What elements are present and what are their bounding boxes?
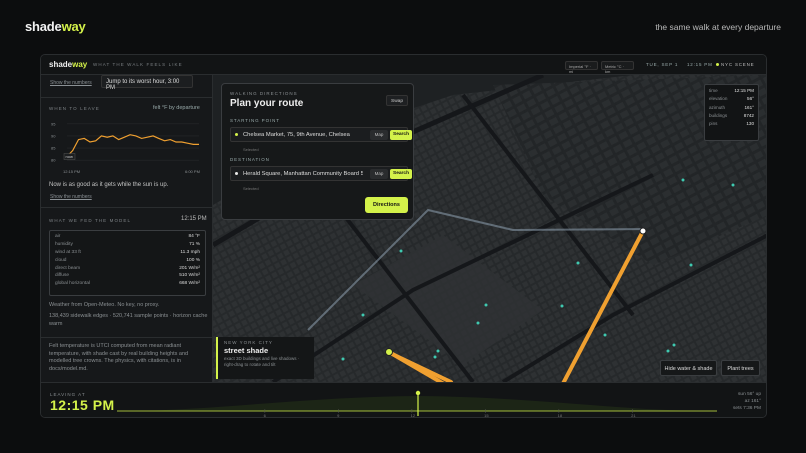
route-panel: WALKING DIRECTIONS Plan your route Swap … <box>221 83 414 220</box>
page-tagline: the same walk at every departure <box>655 22 781 32</box>
start-selected-note: Selected <box>243 147 259 152</box>
x-start-label: 12:15 PM <box>63 169 80 174</box>
now-marker-label: now <box>66 154 73 159</box>
weather-row: air 84 °F <box>55 234 200 239</box>
graph-stats: 138,439 sidewalk edges · 520,741 sample … <box>49 313 208 327</box>
sun-curve <box>117 396 717 411</box>
timeline-tick-label: 21 <box>631 413 636 418</box>
unit-toggle-metric[interactable]: Metric °C · km <box>601 61 634 74</box>
now-note: Now is as good as it gets while the sun … <box>49 182 169 188</box>
shade-card-title: street shade <box>224 346 269 355</box>
timeline-tick-label: 18 <box>558 413 563 418</box>
swap-button[interactable]: Swap <box>386 95 408 106</box>
leaving-time: 12:15 PM <box>50 397 115 413</box>
weather-table: air 84 °F humidity 71 % wind at 33 ft 11.3 … <box>49 230 206 296</box>
start-search-button[interactable]: Search <box>390 130 412 140</box>
weather-row: humidity 71 % <box>55 241 200 247</box>
show-numbers-link[interactable]: Show the numbers <box>50 80 92 86</box>
map-view[interactable]: WALKING DIRECTIONS Plan your route Swap … <box>213 75 766 382</box>
timeline-tick-label: 12 <box>411 413 416 418</box>
y-tick-label: 85 <box>51 146 56 151</box>
sidebar: Show the numbers Jump to its worst hour,… <box>41 75 213 382</box>
destination-selected-note: Selected <box>243 186 259 191</box>
sun-info-card: time 12:15 PM elevation 56° azimuth 161° bu… <box>704 84 759 141</box>
divider <box>41 97 213 98</box>
when-to-leave-label: WHEN TO LEAVE <box>49 106 100 111</box>
timeline-tick-label: 9 <box>337 413 340 418</box>
info-row: elevation 56° <box>709 96 754 102</box>
starting-point-field[interactable]: Chelsea Market, 75, 9th Avenue, Chelsea … <box>230 127 412 142</box>
scene-label: NYC SCENE <box>721 62 755 67</box>
departure-chart[interactable]: 95 90 85 80 now 12:15 PM 6:00 PM <box>49 115 206 177</box>
plant-trees-button[interactable]: Plant trees <box>721 360 760 376</box>
sun-position-info: sun 56° up az 161° sets 7:36 PM <box>721 391 761 412</box>
shade-card-description: exact 3D buildings and live shadows · ri… <box>224 356 300 367</box>
route-panel-kicker: WALKING DIRECTIONS <box>230 91 298 96</box>
header-time: 12:15 PM <box>687 62 713 67</box>
felt-by-departure-label: felt °F by departure <box>153 105 200 111</box>
destination-map-button[interactable]: Map <box>370 169 388 179</box>
route-start-marker <box>385 348 393 356</box>
scene-status-dot <box>716 63 719 66</box>
show-numbers-link[interactable]: Show the numbers <box>50 194 92 200</box>
y-tick-label: 95 <box>51 121 56 126</box>
info-row: azimuth 161° <box>709 104 754 110</box>
start-map-button[interactable]: Map <box>370 130 388 140</box>
info-row: time 12:15 PM <box>709 88 754 93</box>
weather-row: global horizontal 668 W/m² <box>55 281 200 287</box>
model-inputs-label: WHAT WE FED THE MODEL <box>49 218 132 223</box>
header-date: TUE, SEP 1 <box>646 62 679 67</box>
destination-search-button[interactable]: Search <box>390 169 412 179</box>
divider <box>41 337 213 338</box>
starting-point-label: STARTING POINT <box>230 118 280 123</box>
weather-row: cloud 100 % <box>55 257 200 263</box>
y-tick-label: 90 <box>51 133 56 138</box>
page-logo: shadeway <box>25 19 86 34</box>
destination-input[interactable]: Herald Square, Manhattan Community Board… <box>243 171 363 177</box>
directions-button[interactable]: Directions <box>365 197 408 213</box>
sun-elevation: sun 56° up <box>738 392 761 397</box>
app-tagline: WHAT THE WALK FEELS LIKE <box>93 62 183 67</box>
time-scrubber[interactable]: 6 9 12 15 18 21 <box>117 383 717 418</box>
timeline-handle <box>415 390 421 396</box>
model-inputs-time: 12:15 PM <box>181 216 207 222</box>
app-window: shadeway WHAT THE WALK FEELS LIKE Imperi… <box>40 54 767 418</box>
timeline-tick-label: 15 <box>484 413 489 418</box>
timeline-tick-label: 6 <box>264 413 267 418</box>
unit-toggle-imperial[interactable]: Imperial °F · mi <box>565 61 598 74</box>
street-shade-card: NEW YORK CITY street shade exact 3D buil… <box>216 337 314 379</box>
destination-field[interactable]: Herald Square, Manhattan Community Board… <box>230 166 412 181</box>
hide-water-shade-button[interactable]: Hide water & shade <box>660 360 717 376</box>
app-logo[interactable]: shadeway <box>49 60 87 69</box>
shade-card-kicker: NEW YORK CITY <box>224 340 273 345</box>
info-row: buildings 8742 <box>709 112 754 118</box>
app-header: shadeway WHAT THE WALK FEELS LIKE Imperi… <box>41 55 766 75</box>
info-row: pins 130 <box>709 121 754 127</box>
destination-dot-icon <box>235 172 238 175</box>
y-tick-label: 80 <box>51 158 56 163</box>
felt-temperature-line <box>66 134 199 157</box>
divider <box>41 207 213 208</box>
sunset-time: sets 7:36 PM <box>733 406 761 411</box>
destination-label: DESTINATION <box>230 157 270 162</box>
route-panel-title: Plan your route <box>230 98 304 109</box>
route-end-marker <box>639 227 647 235</box>
start-dot-icon <box>235 133 238 136</box>
departure-timeline: LEAVING AT 12:15 PM 6 9 12 15 18 21 sun 56° u… <box>41 382 766 418</box>
worst-hour-button[interactable]: Jump to its worst hour, 3:00 PM <box>101 75 193 91</box>
weather-source: Weather from Open-Meteo. No key, no prox… <box>49 302 160 308</box>
x-end-label: 6:00 PM <box>185 169 200 174</box>
weather-row: wind at 33 ft 11.3 mph <box>55 249 200 255</box>
sun-azimuth: az 161° <box>744 399 761 404</box>
felt-temperature-note: Felt temperature is UTCI computed from m… <box>49 343 189 372</box>
starting-point-input[interactable]: Chelsea Market, 75, 9th Avenue, Chelsea <box>243 132 363 138</box>
